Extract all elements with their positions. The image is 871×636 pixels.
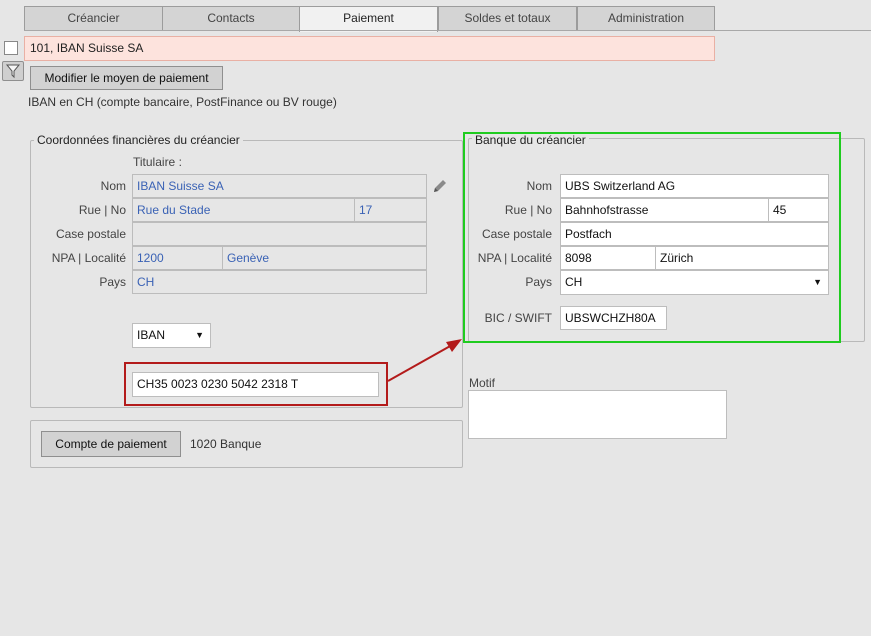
bank-country-label: Pays — [525, 275, 552, 289]
creditor-street-no-field[interactable]: 17 — [354, 198, 427, 222]
tab-soldes-totaux[interactable]: Soldes et totaux — [438, 6, 577, 30]
creditor-country-label: Pays — [99, 275, 126, 289]
edit-pencil-icon[interactable] — [431, 177, 449, 195]
creditor-po-box-label: Case postale — [55, 227, 126, 241]
creditor-street-field[interactable]: Rue du Stade — [132, 198, 355, 222]
creditor-zip-field[interactable]: 1200 — [132, 246, 223, 270]
bank-po-box-field[interactable]: Postfach — [560, 222, 829, 246]
bank-city-field[interactable]: Zürich — [655, 246, 829, 270]
tab-contacts[interactable]: Contacts — [162, 6, 300, 30]
payment-method-description: IBAN en CH (compte bancaire, PostFinance… — [28, 95, 337, 109]
title-field[interactable]: 101, IBAN Suisse SA — [24, 36, 715, 61]
motif-label: Motif — [469, 376, 496, 390]
holder-label: Titulaire : — [133, 155, 182, 169]
payment-account-value: 1020 Banque — [190, 437, 262, 451]
iban-input[interactable]: CH35 0023 0230 5042 2318 T — [132, 372, 379, 397]
chevron-down-icon: ▼ — [813, 277, 822, 287]
chevron-down-icon: ▼ — [195, 330, 204, 340]
bank-country-value: CH — [565, 275, 583, 289]
creditor-city-field[interactable]: Genève — [222, 246, 427, 270]
bic-label: BIC / SWIFT — [484, 311, 552, 325]
creditor-name-label: Nom — [100, 179, 126, 193]
creditor-name-field[interactable]: IBAN Suisse SA — [132, 174, 427, 198]
tab-paiement[interactable]: Paiement — [299, 6, 438, 32]
bank-name-label: Nom — [526, 179, 552, 193]
tab-creancier[interactable]: Créancier — [24, 6, 163, 30]
bank-zip-field[interactable]: 8098 — [560, 246, 656, 270]
creditor-country-field[interactable]: CH — [132, 270, 427, 294]
bic-field[interactable]: UBSWCHZH80A — [560, 306, 667, 330]
bank-street-label: Rue | No — [504, 203, 552, 217]
tab-administration[interactable]: Administration — [577, 6, 715, 30]
select-checkbox[interactable] — [4, 41, 18, 55]
account-type-value: IBAN — [137, 328, 166, 342]
bank-country-select[interactable]: CH ▼ — [560, 270, 829, 295]
bank-street-field[interactable]: Bahnhofstrasse — [560, 198, 769, 222]
creditor-zip-city-label: NPA | Localité — [51, 251, 126, 265]
filter-icon — [5, 64, 21, 79]
bank-po-box-label: Case postale — [481, 227, 552, 241]
tab-divider — [24, 30, 871, 31]
payment-account-button[interactable]: Compte de paiement — [41, 431, 181, 457]
bank-zip-city-label: NPA | Localité — [477, 251, 552, 265]
modify-payment-method-button[interactable]: Modifier le moyen de paiement — [30, 66, 223, 90]
creditor-po-box-field[interactable] — [132, 222, 427, 246]
creditor-street-label: Rue | No — [78, 203, 126, 217]
account-type-select[interactable]: IBAN ▼ — [132, 323, 211, 348]
bank-street-no-field[interactable]: 45 — [768, 198, 829, 222]
bank-name-field[interactable]: UBS Switzerland AG — [560, 174, 829, 198]
filter-button[interactable] — [2, 61, 24, 81]
creditor-financial-title: Coordonnées financières du créancier — [34, 133, 243, 147]
motif-textarea[interactable] — [468, 390, 727, 439]
